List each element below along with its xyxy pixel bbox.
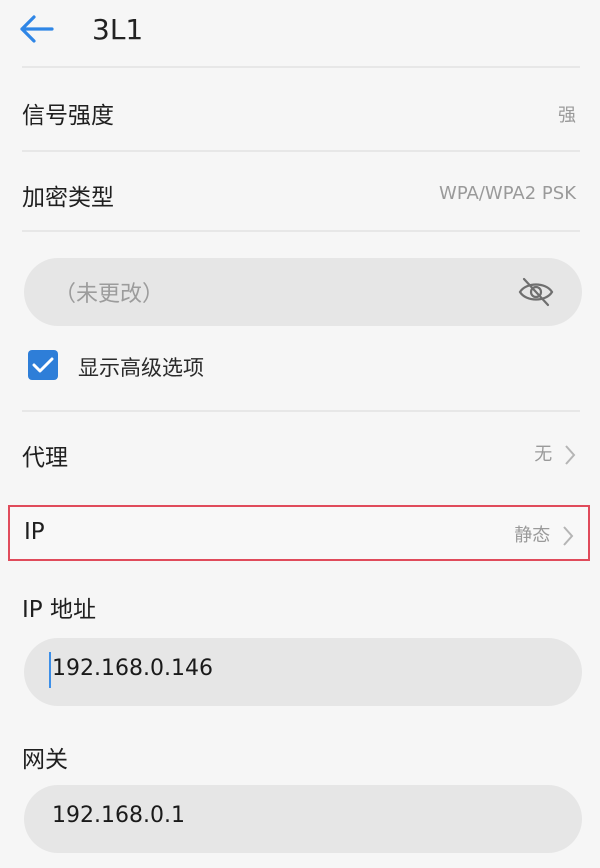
proxy-value-group: 无 — [534, 440, 576, 466]
gateway-label: 网关 — [22, 747, 68, 773]
ip-address-label: IP 地址 — [22, 597, 96, 623]
encryption-value: WPA/WPA2 PSK — [439, 183, 576, 204]
ip-value-group: 静态 — [514, 521, 574, 547]
encryption-label: 加密类型 — [22, 185, 114, 211]
signal-strength-value: 强 — [558, 105, 576, 126]
chevron-right-icon — [565, 445, 576, 465]
proxy-row[interactable]: 代理 无 — [0, 412, 600, 494]
divider — [22, 230, 580, 232]
ip-address-value: 192.168.0.146 — [52, 656, 213, 681]
ip-mode-value: 静态 — [514, 525, 551, 546]
proxy-label: 代理 — [22, 445, 68, 471]
page-title: 3L1 — [92, 13, 144, 46]
ip-setting-row[interactable]: IP 静态 — [8, 505, 590, 561]
signal-strength-row: 信号强度 强 — [0, 68, 600, 150]
advanced-options-label: 显示高级选项 — [78, 356, 204, 380]
password-field[interactable]: （未更改） — [24, 258, 582, 326]
back-button[interactable] — [16, 12, 66, 46]
arrow-left-icon — [20, 15, 54, 43]
ip-label: IP — [24, 519, 45, 545]
app-header: 3L1 — [0, 0, 600, 64]
advanced-options-checkbox[interactable] — [28, 350, 58, 380]
password-placeholder: （未更改） — [54, 282, 165, 307]
signal-strength-label: 信号强度 — [22, 103, 114, 129]
gateway-field[interactable]: 192.168.0.1 — [24, 785, 582, 853]
proxy-value: 无 — [534, 444, 553, 465]
gateway-value: 192.168.0.1 — [52, 803, 185, 828]
encryption-row: 加密类型 WPA/WPA2 PSK — [0, 152, 600, 232]
checkmark-icon — [32, 357, 54, 373]
ip-address-field[interactable]: 192.168.0.146 — [24, 638, 582, 706]
chevron-right-icon — [563, 526, 574, 546]
eye-off-icon[interactable] — [516, 275, 556, 313]
text-cursor — [49, 652, 51, 688]
